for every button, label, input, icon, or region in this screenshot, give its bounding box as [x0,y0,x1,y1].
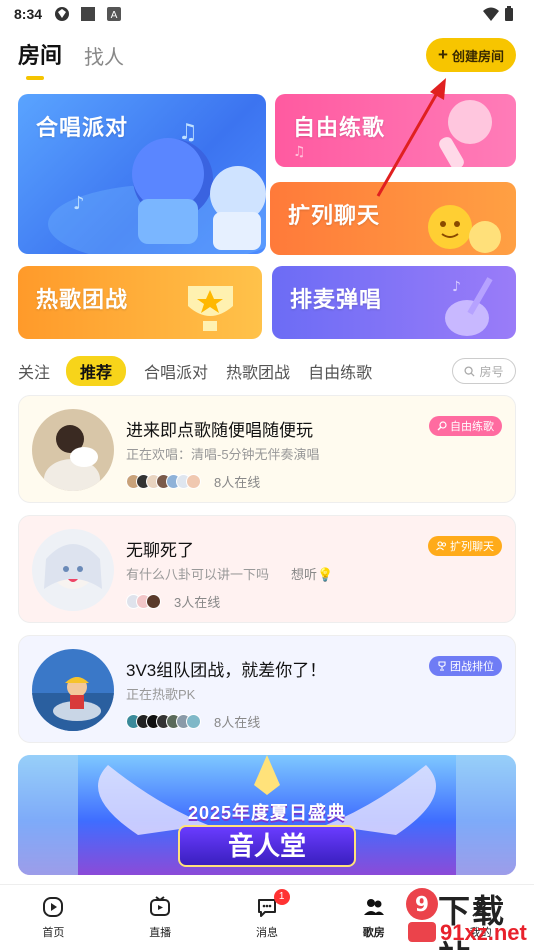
play-circle-icon [43,897,64,917]
nav-live[interactable]: 直播 [107,885,214,950]
nav-messages[interactable]: 消息 1 [214,885,321,950]
status-bar: 8:34 A [0,0,534,28]
wifi-icon [482,6,499,22]
people-icon [363,899,384,915]
online-count: 8人在线 [214,475,261,490]
tv-icon [150,896,171,916]
filter-free-practice[interactable]: 自由练歌 [308,359,372,383]
room-subtitle-text: 有什么八卦可以讲一下吗 [126,567,270,582]
room-title: 3V3组队团战，就差你了！ [126,661,327,680]
search-icon [464,365,476,377]
nav-label: 消息 [255,927,278,939]
room-subtitle-text: 正在欢唱：清唱-5分钟无伴奏演唱 [126,447,320,462]
room-tag-label: 扩列聊天 [450,541,494,553]
room-avatar [32,649,114,731]
card-mic-queue[interactable]: ♪ 排麦弹唱 [272,266,516,339]
room-subtitle-text: 正在热歌PK [126,687,196,702]
nav-label: 直播 [149,927,172,939]
create-room-button[interactable]: + 创建房间 [426,38,516,72]
room-members: 3人在线 [126,592,220,611]
stop-square-icon [80,6,96,22]
tab-find-people[interactable]: 找人 [84,41,124,80]
room-tag-label: 团战排位 [450,661,494,673]
svg-text:A: A [111,10,118,21]
card-label: 排麦弹唱 [290,287,383,312]
room-tag: 自由练歌 [429,416,502,436]
app-notification-icon [54,6,70,22]
room-subtitle-extra: 想听💡 [291,567,334,582]
banner-title: 2025年度夏日盛典 [187,803,347,823]
event-banner[interactable]: 2025年度夏日盛典 音人堂 [18,755,516,875]
card-label: 合唱派对 [36,115,129,140]
nav-home[interactable]: 首页 [0,885,107,950]
site-watermark: 9 下载站 91xz.net [400,882,530,950]
top-tabs: 房间 找人 [18,38,124,80]
trophy-icon [438,661,446,671]
battery-icon [504,6,520,22]
member-avatar [146,594,161,609]
room-card[interactable]: 进来即点歌随便唱随便玩 正在欢唱：清唱-5分钟无伴奏演唱 8人在线 自由练歌 [18,395,516,503]
room-subtitle: 正在欢唱：清唱-5分钟无伴奏演唱 [126,444,320,463]
plus-icon: + [438,45,448,64]
member-avatar [186,714,201,729]
status-time: 8:34 [14,6,43,22]
room-search-label: 房号 [479,364,504,379]
filter-bar: 关注 推荐 合唱派对 热歌团战 自由练歌 房号 [18,356,516,386]
room-avatar [32,529,114,611]
create-room-label: 创建房间 [451,48,504,64]
svg-text:♪: ♪ [73,193,85,214]
tab-rooms[interactable]: 房间 [18,38,62,80]
mic-icon [437,421,447,431]
room-tag-label: 自由练歌 [450,421,494,433]
member-avatar [186,474,201,489]
card-free-practice[interactable]: ♫ 自由练歌 [275,94,516,167]
card-hot-battle[interactable]: 热歌团战 [18,266,262,339]
card-label: 热歌团战 [36,287,129,312]
people-icon [436,541,447,551]
filter-recommend[interactable]: 推荐 [66,356,127,386]
room-avatar [32,409,114,491]
card-chorus-party[interactable]: ♫ ♪ 合唱派对 [18,94,266,254]
room-title: 无聊死了 [126,541,194,560]
room-members: 8人在线 [126,712,260,731]
watermark-url: 91xz.net [440,920,527,945]
filter-follow[interactable]: 关注 [18,359,50,383]
room-members: 8人在线 [126,472,260,491]
room-subtitle: 有什么八卦可以讲一下吗 想听💡 [126,564,333,583]
room-tag: 扩列聊天 [428,536,502,556]
card-label: 自由练歌 [293,115,386,140]
room-subtitle: 正在热歌PK [126,684,195,703]
svg-text:9: 9 [415,892,429,916]
filter-hot-battle[interactable]: 热歌团战 [226,359,290,383]
unread-badge: 1 [273,889,290,905]
card-label: 扩列聊天 [288,203,381,228]
banner-subtitle: 音人堂 [178,825,356,867]
room-number-search[interactable]: 房号 [452,358,516,384]
nav-label: 歌房 [362,927,385,939]
filter-chorus-party[interactable]: 合唱派对 [144,359,208,383]
room-card[interactable]: 无聊死了 有什么八卦可以讲一下吗 想听💡 3人在线 扩列聊天 [18,515,516,623]
nav-label: 首页 [42,927,65,939]
online-count: 3人在线 [174,595,221,610]
svg-text:♫: ♫ [293,144,306,160]
online-count: 8人在线 [214,715,261,730]
svg-text:♫: ♫ [178,120,198,145]
room-tag: 团战排位 [429,656,502,676]
room-title: 进来即点歌随便唱随便玩 [126,421,313,440]
room-card[interactable]: 3V3组队团战，就差你了！ 正在热歌PK 8人在线 团战排位 [18,635,516,743]
app-a-icon: A [106,6,122,22]
card-expand-chat[interactable]: 扩列聊天 [270,182,516,255]
svg-text:♪: ♪ [452,279,461,295]
